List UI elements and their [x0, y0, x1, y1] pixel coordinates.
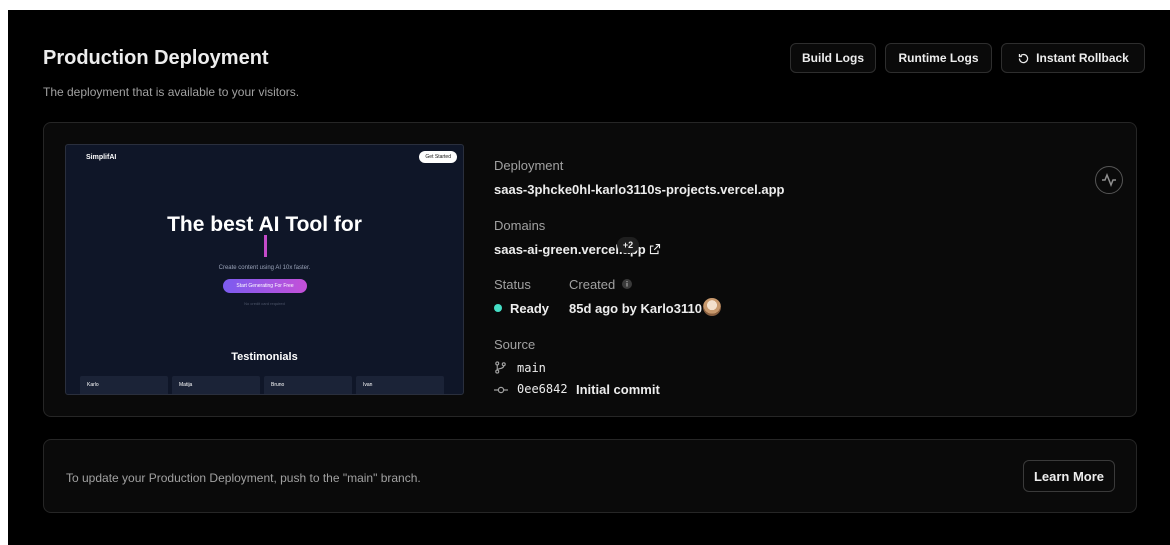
- preview-get-started: Get Started: [419, 151, 457, 163]
- commit-message[interactable]: Initial commit: [576, 382, 660, 397]
- external-link-icon[interactable]: [649, 243, 661, 255]
- preview-headline: The best AI Tool for: [167, 213, 362, 236]
- preview-cursor: [264, 235, 267, 257]
- activity-button[interactable]: [1095, 166, 1123, 194]
- deployment-url[interactable]: saas-3phcke0hl-karlo3110s-projects.verce…: [494, 182, 785, 197]
- domains-label: Domains: [494, 218, 546, 233]
- git-commit-icon: [494, 386, 508, 394]
- status-label: Status: [494, 277, 531, 292]
- preview-testimonial-card: Karlo: [80, 376, 168, 394]
- footer-card: To update your Production Deployment, pu…: [43, 439, 1137, 513]
- git-branch-icon: [495, 361, 506, 374]
- deployment-preview[interactable]: SimplifAI Get Started The best AI Tool f…: [65, 144, 464, 395]
- preview-note: No credit card required: [244, 301, 285, 306]
- preview-testimonial-card: Bruno: [264, 376, 352, 394]
- preview-testimonials-title: Testimonials: [231, 351, 298, 363]
- preview-cta: Start Generating For Free: [223, 279, 307, 293]
- runtime-logs-button[interactable]: Runtime Logs: [885, 43, 992, 73]
- preview-testimonial-card: Matija: [172, 376, 260, 394]
- build-logs-button[interactable]: Build Logs: [790, 43, 876, 73]
- instant-rollback-button[interactable]: Instant Rollback: [1001, 43, 1145, 73]
- deployment-card: SimplifAI Get Started The best AI Tool f…: [43, 122, 1137, 417]
- page-subtitle: The deployment that is available to your…: [43, 85, 300, 99]
- footer-text: To update your Production Deployment, pu…: [66, 471, 421, 485]
- branch-name[interactable]: main: [517, 361, 546, 375]
- activity-icon: [1102, 172, 1116, 188]
- learn-more-label: Learn More: [1033, 468, 1105, 484]
- preview-subtext: Create content using AI 10x faster.: [218, 265, 311, 271]
- build-logs-label: Build Logs: [802, 51, 864, 65]
- avatar[interactable]: [703, 298, 721, 316]
- commit-hash[interactable]: 0ee6842: [517, 382, 568, 396]
- rollback-icon: [1018, 53, 1029, 63]
- page-title: Production Deployment: [43, 47, 269, 69]
- status-dot: [494, 304, 502, 312]
- preview-logo: SimplifAI: [86, 154, 117, 161]
- info-icon[interactable]: [622, 279, 632, 289]
- domains-extra-badge[interactable]: +2: [617, 237, 639, 253]
- learn-more-button[interactable]: Learn More: [1023, 460, 1115, 492]
- status-value: Ready: [510, 301, 550, 316]
- runtime-logs-label: Runtime Logs: [898, 51, 979, 65]
- created-label: Created: [569, 277, 616, 292]
- instant-rollback-label: Instant Rollback: [1036, 51, 1129, 65]
- deployment-label: Deployment: [494, 158, 564, 173]
- preview-testimonial-card: Ivan: [356, 376, 444, 394]
- source-label: Source: [494, 337, 536, 352]
- created-value: 85d ago by Karlo3110: [569, 301, 702, 316]
